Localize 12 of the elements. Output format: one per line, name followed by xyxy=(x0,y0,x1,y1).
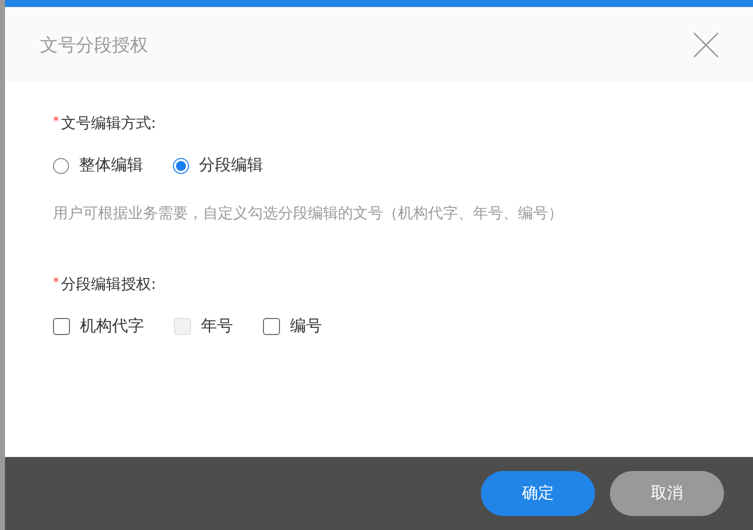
radio-option[interactable]: 整体编辑 xyxy=(53,155,143,176)
field-label: *文号编辑方式: xyxy=(53,114,158,133)
required-mark: * xyxy=(53,114,59,128)
dialog-title: 文号分段授权 xyxy=(40,34,148,56)
checkbox-option[interactable]: 机构代字 xyxy=(53,316,144,337)
required-mark: * xyxy=(53,275,59,289)
hint-text: 用户可根据业务需要，自定义勾选分段编辑的文号（机构代字、年号、编号） xyxy=(53,204,564,223)
field-label: *分段编辑授权: xyxy=(53,275,158,294)
confirm-button[interactable]: 确定 xyxy=(481,471,595,516)
close-icon[interactable] xyxy=(693,32,719,58)
checkbox-option[interactable]: 编号 xyxy=(263,316,322,337)
radio-option[interactable]: 分段编辑 xyxy=(173,155,263,176)
